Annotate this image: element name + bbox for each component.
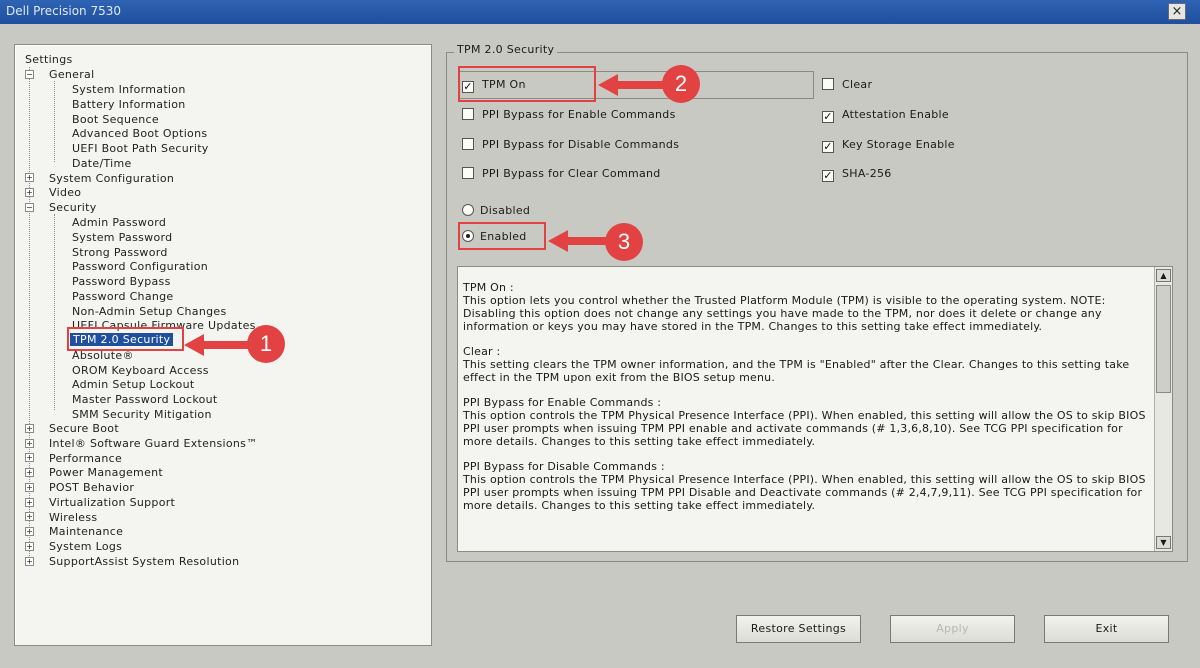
tree-item-smm-security-mitigation[interactable]: SMM Security Mitigation (72, 408, 212, 421)
annotation-arrow-icon (184, 334, 256, 356)
scroll-up-icon[interactable]: ▲ (1156, 269, 1171, 282)
tree-item-virtualization-support[interactable]: Virtualization Support (49, 496, 175, 509)
tree-item-master-password-lockout[interactable]: Master Password Lockout (72, 393, 218, 406)
window-title: Dell Precision 7530 (6, 4, 122, 18)
tree-item-advanced-boot-options[interactable]: Advanced Boot Options (72, 127, 207, 140)
tree-item-system-password[interactable]: System Password (72, 231, 172, 244)
tree-item-power-management[interactable]: Power Management (49, 466, 163, 479)
group-title: TPM 2.0 Security (454, 43, 558, 56)
exit-button[interactable]: Exit (1044, 615, 1169, 643)
checkbox-ppi-bypass-disable[interactable]: PPI Bypass for Disable Commands (462, 138, 679, 151)
checkbox-checked-icon: ✓ (822, 110, 834, 123)
tree-item-password-bypass[interactable]: Password Bypass (72, 275, 171, 288)
expander-maintenance-icon[interactable]: + (25, 527, 34, 536)
checkbox-ppi-bypass-clear[interactable]: PPI Bypass for Clear Command (462, 167, 661, 180)
tree-item-system-logs[interactable]: System Logs (49, 540, 122, 553)
checkbox-label: SHA-256 (842, 167, 892, 180)
apply-button[interactable]: Apply (890, 615, 1015, 643)
expander-system-configuration-icon[interactable]: + (25, 173, 34, 182)
annotation-highlight-enabled (458, 222, 546, 250)
checkbox-attestation-enable[interactable]: ✓ Attestation Enable (822, 108, 949, 123)
expander-performance-icon[interactable]: + (25, 453, 34, 462)
title-bar: Dell Precision 7530 × (0, 0, 1200, 24)
scroll-thumb[interactable] (1156, 285, 1171, 393)
checkbox-label: Key Storage Enable (842, 138, 955, 151)
restore-settings-button[interactable]: Restore Settings (736, 615, 861, 643)
tree-item-general[interactable]: General (49, 68, 94, 81)
tree-item-orom-keyboard-access[interactable]: OROM Keyboard Access (72, 364, 209, 377)
expander-supportassist-icon[interactable]: + (25, 557, 34, 566)
tree-item-admin-setup-lockout[interactable]: Admin Setup Lockout (72, 378, 194, 391)
tree-item-password-change[interactable]: Password Change (72, 290, 174, 303)
annotation-highlight-tpm-on (458, 66, 596, 102)
radio-disabled[interactable]: Disabled (462, 204, 530, 217)
checkbox-label: PPI Bypass for Disable Commands (482, 138, 680, 151)
tree-item-battery-information[interactable]: Battery Information (72, 98, 186, 111)
checkbox-checked-icon: ✓ (822, 140, 834, 153)
help-paragraph-ppi-disable: PPI Bypass for Disable Commands : This o… (463, 460, 1146, 512)
expander-power-management-icon[interactable]: + (25, 468, 34, 477)
tree-item-post-behavior[interactable]: POST Behavior (49, 481, 134, 494)
tree-item-date-time[interactable]: Date/Time (72, 157, 132, 170)
expander-general-icon[interactable]: − (25, 70, 34, 79)
tree-item-maintenance[interactable]: Maintenance (49, 525, 123, 538)
checkbox-key-storage-enable[interactable]: ✓ Key Storage Enable (822, 138, 955, 153)
tree-item-security[interactable]: Security (49, 201, 97, 214)
checkbox-clear[interactable]: Clear (822, 78, 872, 91)
annotation-arrow-icon (598, 74, 670, 96)
tree-guide-line (54, 81, 55, 162)
checkbox-label: PPI Bypass for Enable Commands (482, 108, 676, 121)
help-paragraph-ppi-enable: PPI Bypass for Enable Commands : This op… (463, 396, 1146, 448)
annotation-badge-2: 2 (662, 65, 700, 103)
tree-item-intel-software-guard-extensions[interactable]: Intel® Software Guard Extensions™ (49, 437, 258, 450)
checkbox-label: PPI Bypass for Clear Command (482, 167, 661, 180)
tree-item-wireless[interactable]: Wireless (49, 511, 97, 524)
expander-video-icon[interactable]: + (25, 188, 34, 197)
checkbox-unchecked-icon (462, 138, 474, 150)
checkbox-label: Clear (842, 78, 873, 91)
tree-item-supportassist-system-resolution[interactable]: SupportAssist System Resolution (49, 555, 239, 568)
expander-virtualization-support-icon[interactable]: + (25, 498, 34, 507)
help-paragraph-clear: Clear : This setting clears the TPM owne… (463, 345, 1130, 384)
radio-off-icon (462, 204, 474, 216)
tree-item-non-admin-setup-changes[interactable]: Non-Admin Setup Changes (72, 305, 226, 318)
expander-system-logs-icon[interactable]: + (25, 542, 34, 551)
checkbox-label: Attestation Enable (842, 108, 949, 121)
annotation-badge-1: 1 (247, 325, 285, 363)
expander-sgx-icon[interactable]: + (25, 439, 34, 448)
checkbox-unchecked-icon (462, 167, 474, 179)
expander-secure-boot-icon[interactable]: + (25, 424, 34, 433)
tree-item-system-information[interactable]: System Information (72, 83, 186, 96)
checkbox-unchecked-icon (462, 108, 474, 120)
tree-item-performance[interactable]: Performance (49, 452, 122, 465)
scroll-down-icon[interactable]: ▼ (1156, 536, 1171, 549)
checkbox-sha-256[interactable]: ✓ SHA-256 (822, 167, 892, 182)
expander-wireless-icon[interactable]: + (25, 512, 34, 521)
help-text-box[interactable]: TPM On : This option lets you control wh… (457, 266, 1173, 552)
close-button[interactable]: × (1168, 3, 1186, 20)
tree-item-video[interactable]: Video (49, 186, 81, 199)
annotation-highlight-tpm-security (67, 327, 184, 351)
expander-security-icon[interactable]: − (25, 203, 34, 212)
tree-item-password-configuration[interactable]: Password Configuration (72, 260, 208, 273)
tree-item-secure-boot[interactable]: Secure Boot (49, 422, 119, 435)
tree-root-settings[interactable]: Settings (25, 53, 73, 66)
tree-item-system-configuration[interactable]: System Configuration (49, 172, 174, 185)
help-paragraph-tpm-on: TPM On : This option lets you control wh… (463, 281, 1106, 333)
checkbox-unchecked-icon (822, 78, 834, 90)
tree-item-strong-password[interactable]: Strong Password (72, 246, 168, 259)
tree-item-uefi-boot-path-security[interactable]: UEFI Boot Path Security (72, 142, 209, 155)
tree-item-admin-password[interactable]: Admin Password (72, 216, 166, 229)
annotation-badge-3: 3 (605, 223, 643, 261)
checkbox-ppi-bypass-enable[interactable]: PPI Bypass for Enable Commands (462, 108, 676, 121)
tree-item-boot-sequence[interactable]: Boot Sequence (72, 113, 159, 126)
help-scrollbar[interactable]: ▲ ▼ (1154, 267, 1172, 551)
tree-guide-line (54, 214, 55, 410)
expander-post-behavior-icon[interactable]: + (25, 483, 34, 492)
checkbox-checked-icon: ✓ (822, 169, 834, 182)
radio-label: Disabled (480, 204, 531, 217)
help-text: TPM On : This option lets you control wh… (463, 281, 1151, 524)
